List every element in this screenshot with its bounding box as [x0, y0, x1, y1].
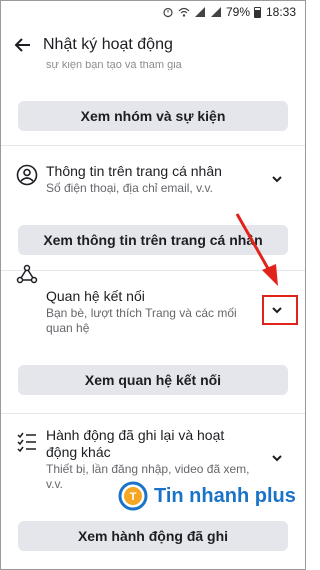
connections-section-title: Quan hệ kết nối [46, 288, 145, 304]
battery-icon [254, 7, 261, 18]
divider [0, 270, 306, 271]
profile-section-title: Thông tin trên trang cá nhân [46, 163, 222, 179]
profile-section-desc: Số điện thoại, địa chỉ email, v.v. [46, 181, 213, 195]
checklist-icon [17, 432, 36, 452]
profile-icon [16, 164, 38, 186]
previous-section-desc: sự kiện bạn tạo và tham gia [46, 61, 182, 70]
back-arrow-icon [14, 38, 30, 52]
status-icons [162, 6, 222, 18]
connections-section-desc-1: Bạn bè, lượt thích Trang và các mối [46, 306, 237, 320]
chevron-down-icon[interactable] [270, 172, 284, 186]
view-profile-info-button[interactable]: Xem thông tin trên trang cá nhân [18, 225, 288, 255]
signal-icon-1 [195, 7, 205, 17]
logged-actions-desc-1: Thiết bị, lần đăng nhập, video đã xem, [46, 462, 250, 476]
divider [0, 413, 306, 414]
signal-icon-2 [211, 7, 221, 17]
logged-actions-title-2: động khác [46, 444, 111, 460]
logged-actions-desc-2: v.v. [46, 477, 63, 491]
connections-icon [16, 264, 38, 284]
divider [0, 145, 306, 146]
view-connections-button[interactable]: Xem quan hệ kết nối [18, 365, 288, 395]
clock: 18:33 [265, 5, 296, 19]
view-logged-actions-button[interactable]: Xem hành động đã ghi [18, 521, 288, 551]
wifi-icon [178, 7, 190, 17]
status-bar: 79% 18:33 [0, 0, 306, 26]
watermark-logo: T Tin nhanh plus [118, 478, 296, 514]
back-button[interactable] [10, 32, 36, 58]
svg-text:T: T [130, 491, 137, 503]
view-groups-events-button[interactable]: Xem nhóm và sự kiện [18, 101, 288, 131]
connections-section-desc-2: quan hệ [46, 321, 90, 335]
alarm-icon [163, 7, 173, 18]
watermark-text: Tin nhanh plus [154, 484, 296, 507]
highlight-box [262, 295, 298, 325]
chevron-down-icon[interactable] [270, 451, 284, 465]
logo-mark-icon: T [118, 481, 148, 511]
header: Nhật ký hoạt động [0, 26, 306, 64]
page-title: Nhật ký hoạt động [43, 36, 173, 53]
battery-percent: 79% [225, 5, 250, 19]
logged-actions-title-1: Hành động đã ghi lại và hoạt [46, 427, 225, 443]
